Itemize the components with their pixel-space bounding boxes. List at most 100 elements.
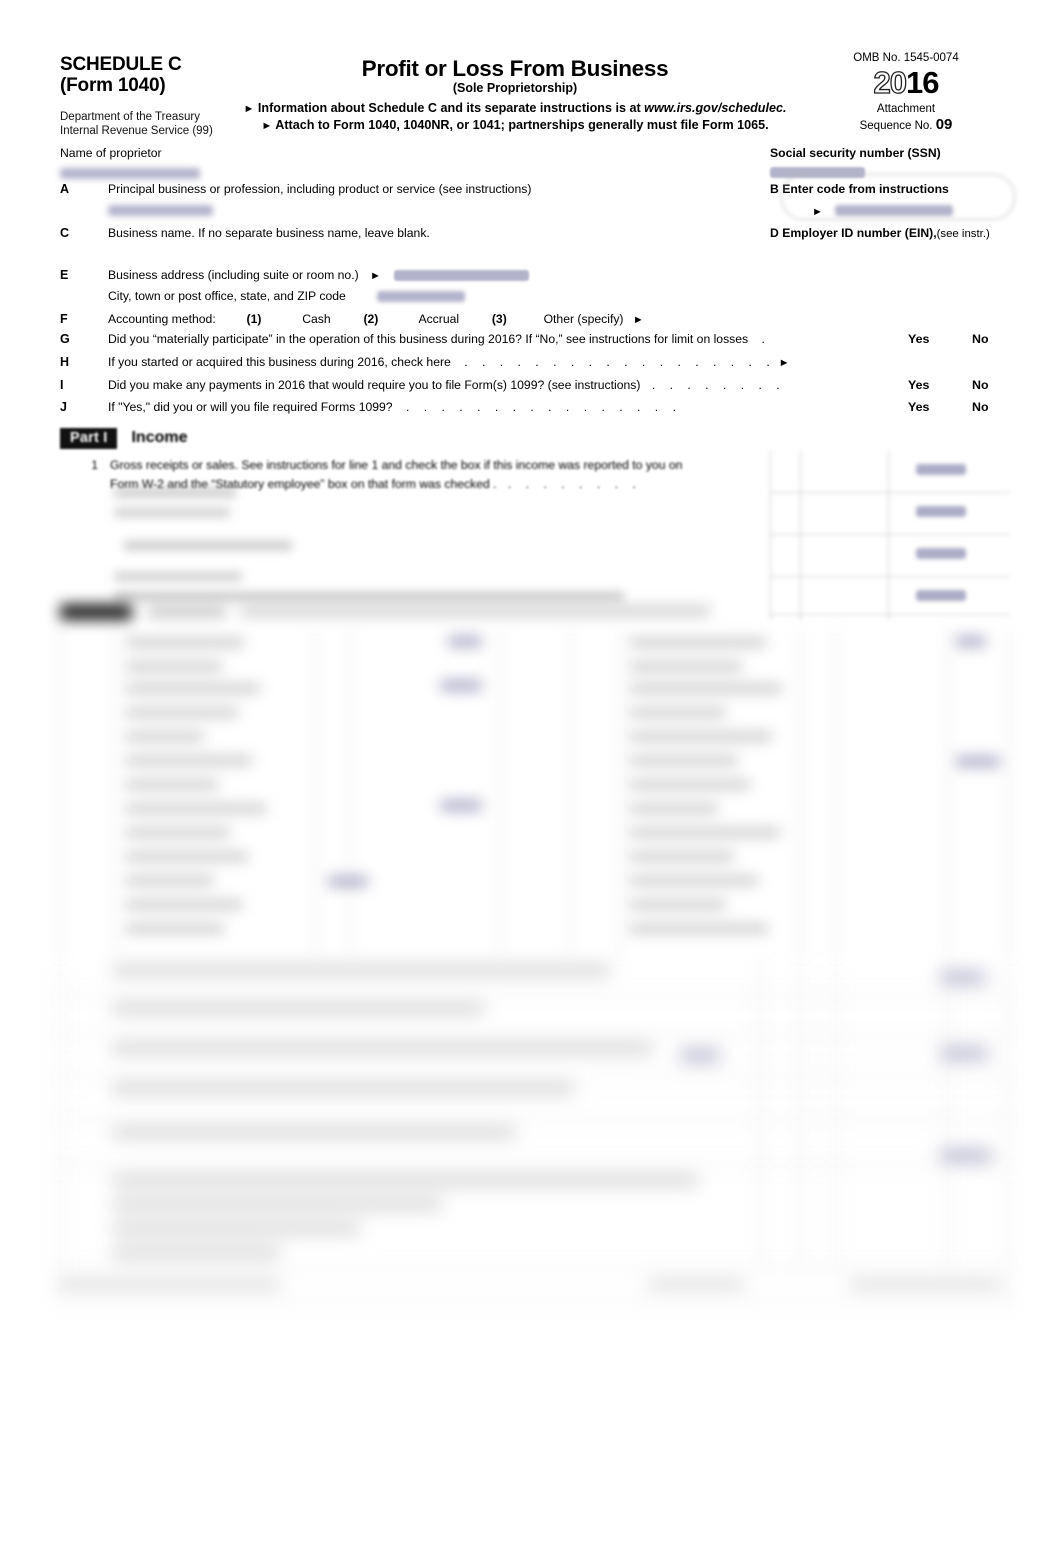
line-d-label: Employer ID number (EIN), (782, 225, 937, 240)
ssn-label: Social security number (SSN) (770, 145, 941, 160)
header-right-block: OMB No. 1545-0074 2016 Attachment Sequen… (802, 50, 1010, 138)
tax-year-prefix: 20 (873, 65, 908, 100)
part-2-totals-section (60, 958, 1010, 1168)
omb-number: OMB No. 1545-0074 (853, 52, 959, 64)
line-i-letter: I (60, 377, 64, 392)
line-g-row[interactable]: G Did you “materially participate” in the… (60, 332, 1010, 351)
irs-schedulec-url[interactable]: www.irs.gov/schedulec. (644, 101, 786, 115)
line-c-label: Business name. If no separate business n… (108, 225, 430, 240)
line-j-label-row: J If "Yes," did you or will you file requ… (60, 400, 1010, 414)
sequence-number: 09 (935, 116, 953, 134)
right-triangle-icon: ► (370, 269, 381, 282)
ssn-value[interactable] (770, 165, 1010, 179)
line-a-b-row: A Principal business or profession, inclu… (60, 173, 1015, 220)
line-5-amount (916, 590, 966, 601)
line-j-letter: J (60, 399, 67, 414)
proprietor-name-cell[interactable]: Name of proprietor (60, 146, 748, 179)
schedule-title-line2: (Form 1040) (60, 75, 166, 97)
right-triangle-icon: ► (243, 103, 255, 115)
line-f-option2-number: (2) (363, 311, 379, 326)
line-h-row[interactable]: H If you started or acquired this busines… (60, 355, 1010, 374)
line-f-option2-label[interactable]: Accrual (418, 312, 459, 326)
line-f-option1-number: (1) (246, 311, 262, 326)
form-sheet: SCHEDULE C (Form 1040) Department of the… (60, 50, 1015, 491)
line-c-d-row: C Business name. If no separate business … (60, 226, 1010, 240)
leader-dots: . . . . . . . . . . . . . . . . (405, 399, 682, 414)
line-f-option1-label[interactable]: Cash (302, 312, 330, 326)
line-c-cell[interactable]: C Business name. If no separate business … (60, 226, 748, 240)
right-triangle-icon: ► (778, 356, 790, 369)
line-g-label: Did you “materially participate” in the … (108, 331, 749, 346)
line-i-label-row: I Did you make any payments in 2016 that … (60, 378, 1010, 392)
line-i-no[interactable]: No (972, 378, 989, 392)
schedule-c-form-page: SCHEDULE C (Form 1040) Department of the… (0, 0, 1062, 1556)
right-triangle-icon: ► (812, 205, 823, 218)
line-d-label-row: D Employer ID number (EIN),(see instr.) (770, 226, 1010, 240)
line-f-row[interactable]: F Accounting method: (1) Cash (2) Accrual… (60, 312, 1010, 326)
line-4-amount (916, 548, 966, 559)
line-g-yes[interactable]: Yes (908, 332, 929, 346)
line-a-label-row: A Principal business or profession, inclu… (60, 182, 748, 196)
page-title: Profit or Loss From Business (361, 56, 669, 81)
line-a-cell[interactable]: A Principal business or profession, inclu… (60, 182, 748, 216)
line-f-letter: F (60, 311, 68, 326)
line-d-cell[interactable]: D Employer ID number (EIN),(see instr.) (748, 226, 1010, 240)
line-e-row[interactable]: E Business address (including suite or ro… (60, 268, 1010, 303)
line-c-label-row: C Business name. If no separate business … (60, 226, 748, 240)
tax-year-suffix: 16 (906, 65, 939, 100)
redacted-value (377, 290, 466, 302)
line-b-cell[interactable]: B Enter code from instructions ► (748, 182, 1010, 218)
line-i-yes[interactable]: Yes (908, 378, 929, 392)
department-block: Department of the Treasury Internal Reve… (60, 110, 228, 138)
part-2-header (60, 604, 1010, 626)
line-j-label: If "Yes," did you or will you file requi… (108, 399, 393, 414)
line-b-letter: B (770, 181, 779, 196)
line-e-city-row: City, town or post office, state, and ZI… (60, 289, 1010, 303)
line-f-option3-number: (3) (491, 311, 507, 326)
part-2-badge (60, 604, 132, 620)
line-b-label: Enter code from instructions (782, 181, 949, 196)
line-c-letter: C (60, 225, 70, 240)
line-e-letter: E (60, 267, 69, 282)
line-e-label-row: E Business address (including suite or ro… (60, 268, 1010, 282)
redacted-value (835, 204, 954, 216)
line-g-no[interactable]: No (972, 332, 989, 346)
redacted-value (394, 269, 530, 281)
schedule-title-line1: SCHEDULE C (60, 54, 182, 75)
line-g-label-row: G Did you “materially participate” in the… (60, 332, 1010, 346)
line-b-label-row: B Enter code from instructions (770, 182, 1010, 196)
proprietor-name-label: Name of proprietor (60, 145, 162, 160)
proprietor-name-value[interactable] (60, 165, 748, 179)
attachment-sequence-line: Sequence No. 09 (802, 116, 1010, 135)
redacted-value (108, 204, 213, 216)
line-2-amount (916, 506, 966, 517)
part-2-expenses-grid (60, 628, 1010, 958)
tax-year: 2016 (802, 65, 1010, 100)
right-triangle-icon: ► (632, 313, 644, 326)
line-a-letter: A (60, 181, 70, 196)
line-j-row[interactable]: J If "Yes," did you or will you file requ… (60, 400, 1010, 419)
attachment-block: Attachment Sequence No. 09 (802, 102, 1010, 135)
right-triangle-icon: ► (261, 120, 273, 132)
ssn-cell[interactable]: Social security number (SSN) (748, 146, 1010, 179)
line-j-no[interactable]: No (972, 400, 989, 414)
redacted-value (60, 167, 200, 179)
line-d-label-small: (see instr.) (936, 227, 990, 240)
line-a-value[interactable] (60, 202, 748, 216)
form-footer-section (60, 1168, 1010, 1308)
header-left-block: SCHEDULE C (Form 1040) Department of the… (60, 50, 228, 138)
line-i-row[interactable]: I Did you make any payments in 2016 that … (60, 378, 1010, 397)
sequence-label: Sequence No. (859, 120, 933, 133)
line-h-label: If you started or acquired this business… (108, 354, 451, 369)
line-j-yes[interactable]: Yes (908, 400, 929, 414)
redacted-value (770, 166, 865, 178)
page-subtitle: (Sole Proprietorship) (452, 81, 578, 95)
line-f-option3-label[interactable]: Other (specify) (544, 312, 624, 326)
leader-dots: . . . . . . . . (651, 377, 786, 392)
header-center-block: Profit or Loss From Business (Sole Propr… (228, 50, 802, 138)
line-b-value[interactable]: ► (770, 202, 1010, 218)
name-ssn-row: Name of proprietor Social security numbe… (60, 146, 1010, 179)
line-f-label: Accounting method: (108, 311, 216, 326)
form-header: SCHEDULE C (Form 1040) Department of the… (60, 50, 1010, 138)
line-h-letter: H (60, 354, 70, 369)
